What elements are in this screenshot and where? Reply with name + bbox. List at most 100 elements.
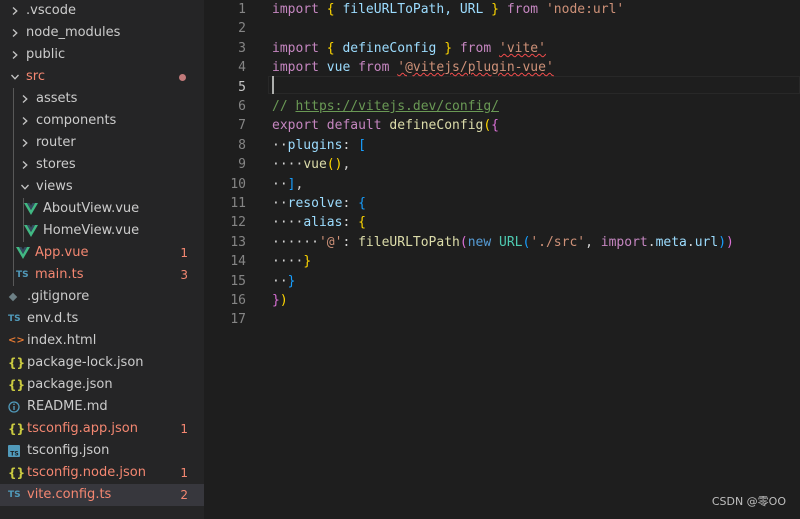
explorer-file-homeview-vue[interactable]: HomeView.vue: [0, 220, 204, 242]
code-token: resolve: [287, 196, 343, 211]
line-number: 5: [238, 79, 246, 95]
explorer-file-index-html[interactable]: <> index.html: [0, 330, 204, 352]
code-token: '@vitejs/plugin-vue': [397, 60, 554, 76]
code-line[interactable]: export default defineConfig({: [272, 116, 499, 135]
code-line[interactable]: ··plugins: [: [272, 136, 366, 155]
explorer-item-label: tsconfig.app.json: [27, 421, 138, 436]
explorer-folder-components[interactable]: components: [0, 110, 204, 132]
chevron-down-icon[interactable]: [20, 176, 30, 198]
line-number: 1: [238, 2, 246, 17]
code-line[interactable]: import vue from '@vitejs/plugin-vue': [272, 58, 554, 77]
code-line[interactable]: // https://vitejs.dev/config/: [272, 97, 499, 116]
chevron-right-icon[interactable]: [20, 110, 30, 132]
explorer-file-package-lock-json[interactable]: {} package-lock.json: [0, 352, 204, 374]
chevron-right-icon[interactable]: [10, 44, 20, 66]
code-token: './src': [530, 234, 586, 250]
tsconfig-file-icon: TS: [8, 445, 20, 457]
gitignore-file-icon: [8, 292, 18, 302]
file-icon-slot: {}: [8, 374, 25, 396]
whitespace-marker: ··: [272, 176, 288, 192]
chevron-right-icon[interactable]: [20, 88, 30, 110]
code-token: [: [358, 137, 366, 153]
code-token: fileURLToPath: [358, 234, 460, 250]
code-line[interactable]: import { fileURLToPath, URL } from 'node…: [272, 0, 624, 19]
explorer-file-env-d-ts[interactable]: TS env.d.ts: [0, 308, 204, 330]
whitespace-marker: ··: [272, 196, 288, 211]
code-line[interactable]: ··}: [272, 272, 295, 291]
info-file-icon: [8, 401, 20, 413]
explorer-file-app-vue[interactable]: App.vue 1: [0, 242, 204, 264]
code-token: .: [686, 234, 695, 250]
chevron-down-icon[interactable]: [10, 66, 20, 88]
explorer-file-tsconfig-node-json[interactable]: {} tsconfig.node.json 1: [0, 462, 204, 484]
code-editor[interactable]: 1 2 3 4 5 6 7 8 9 10 11 12 13 14 15 16 17 import { fileU…: [204, 0, 800, 519]
whitespace-marker: ····: [272, 215, 304, 231]
code-token: vue: [303, 157, 327, 173]
code-line[interactable]: ··resolve: {: [272, 194, 366, 213]
code-line[interactable]: }): [272, 291, 288, 310]
code-token: import: [272, 60, 319, 76]
explorer-folder-stores[interactable]: stores: [0, 154, 204, 176]
chevron-right-icon[interactable]: [20, 132, 30, 154]
explorer-file-main-ts[interactable]: TS main.ts 3: [0, 264, 204, 286]
whitespace-marker: ······: [272, 234, 319, 250]
vue-file-icon: [24, 225, 38, 237]
code-line[interactable]: ····}: [272, 252, 311, 271]
code-token: }: [491, 2, 499, 17]
file-icon-slot: TS: [16, 264, 29, 286]
code-line[interactable]: ····alias: {: [272, 213, 366, 232]
explorer-file-gitignore[interactable]: .gitignore: [0, 286, 204, 308]
explorer-file-aboutview-vue[interactable]: AboutView.vue: [0, 198, 204, 220]
chevron-right-icon[interactable]: [10, 22, 20, 44]
explorer-file-tsconfig-json[interactable]: TS tsconfig.json: [0, 440, 204, 462]
code-token: {: [326, 40, 335, 56]
code-token: 'node:url': [545, 2, 625, 17]
code-token: vue: [326, 60, 351, 76]
code-token: ): [726, 234, 734, 250]
explorer-folder-vscode[interactable]: .vscode: [0, 0, 204, 22]
file-icon-slot: <>: [8, 330, 25, 352]
explorer-folder-assets[interactable]: assets: [0, 88, 204, 110]
code-token: :: [342, 215, 359, 231]
file-icon-slot: TS: [8, 440, 20, 462]
explorer-file-package-json[interactable]: {} package.json: [0, 374, 204, 396]
explorer-item-label: assets: [36, 91, 78, 106]
code-line[interactable]: ······'@': fileURLToPath(new URL('./src'…: [272, 233, 734, 252]
explorer-item-label: vite.config.ts: [27, 487, 112, 502]
code-line[interactable]: import { defineConfig } from 'vite': [272, 39, 546, 58]
code-token: :: [342, 196, 359, 211]
explorer-item-label: index.html: [27, 333, 97, 348]
code-line[interactable]: ··],: [272, 175, 303, 194]
code-token: }: [287, 273, 296, 289]
code-token: :: [342, 137, 359, 153]
explorer-folder-views[interactable]: views: [0, 176, 204, 198]
line-number: 8: [238, 137, 246, 153]
file-icon-slot: [24, 220, 38, 242]
whitespace-marker: ····: [272, 157, 304, 173]
chevron-right-icon[interactable]: [10, 0, 20, 22]
explorer-file-readme-md[interactable]: README.md: [0, 396, 204, 418]
explorer-folder-router[interactable]: router: [0, 132, 204, 154]
explorer-folder-node-modules[interactable]: node_modules: [0, 22, 204, 44]
code-line[interactable]: ····vue(),: [272, 155, 350, 174]
explorer-file-vite-config-ts[interactable]: TS vite.config.ts 2: [0, 484, 204, 506]
explorer-item-label: package.json: [27, 377, 113, 392]
explorer-item-label: App.vue: [35, 245, 89, 260]
line-number: 16: [230, 293, 246, 308]
file-icon-slot: [8, 396, 20, 418]
line-number: 12: [230, 215, 246, 231]
explorer-folder-public[interactable]: public: [0, 44, 204, 66]
explorer-folder-src[interactable]: src: [0, 66, 204, 88]
explorer-file-tsconfig-app-json[interactable]: {} tsconfig.app.json 1: [0, 418, 204, 440]
file-icon-slot: TS: [8, 484, 21, 506]
chevron-right-icon[interactable]: [20, 154, 30, 176]
explorer-item-label: public: [26, 47, 66, 62]
current-line-highlight: [268, 76, 800, 94]
line-number: 14: [230, 254, 246, 270]
line-number: 3: [238, 40, 246, 56]
line-number: 4: [238, 60, 246, 76]
